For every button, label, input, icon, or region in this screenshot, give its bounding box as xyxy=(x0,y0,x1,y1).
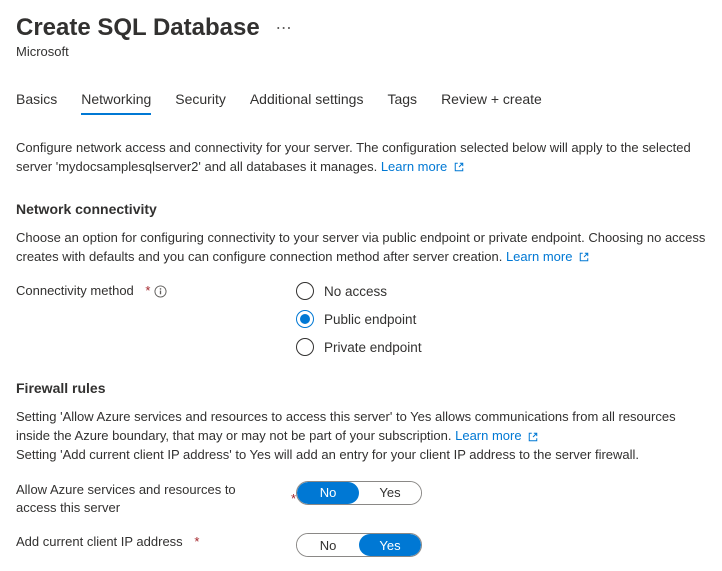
page-title: Create SQL Database xyxy=(16,14,260,42)
required-asterisk: * xyxy=(145,282,150,300)
radio-icon-selected xyxy=(296,310,314,328)
more-actions-icon[interactable]: ⋯ xyxy=(276,18,293,38)
tab-review-create[interactable]: Review + create xyxy=(441,91,542,115)
tab-networking[interactable]: Networking xyxy=(81,91,151,115)
tab-security[interactable]: Security xyxy=(175,91,226,115)
tab-additional-settings[interactable]: Additional settings xyxy=(250,91,364,115)
add-client-ip-toggle[interactable]: No Yes xyxy=(296,533,422,557)
toggle-yes[interactable]: Yes xyxy=(359,482,421,504)
radio-no-access[interactable]: No access xyxy=(296,282,422,300)
allow-azure-toggle[interactable]: No Yes xyxy=(296,481,422,505)
tab-basics[interactable]: Basics xyxy=(16,91,57,115)
tab-tags[interactable]: Tags xyxy=(387,91,417,115)
firewall-line2: Setting 'Add current client IP address' … xyxy=(16,447,639,462)
info-icon[interactable] xyxy=(154,285,167,298)
network-connectivity-desc: Choose an option for configuring connect… xyxy=(16,229,706,267)
firewall-desc: Setting 'Allow Azure services and resour… xyxy=(16,408,706,465)
radio-label: Private endpoint xyxy=(324,340,422,355)
radio-icon xyxy=(296,282,314,300)
external-link-icon xyxy=(454,162,464,172)
learn-more-link-network[interactable]: Learn more xyxy=(506,249,589,264)
page-subtitle: Microsoft xyxy=(16,44,706,59)
toggle-no[interactable]: No xyxy=(297,534,359,556)
radio-icon xyxy=(296,338,314,356)
networking-desc-text: Configure network access and connectivit… xyxy=(16,140,691,174)
allow-azure-label: Allow Azure services and resources to ac… xyxy=(16,481,296,517)
networking-description: Configure network access and connectivit… xyxy=(16,139,706,177)
external-link-icon xyxy=(528,432,538,442)
network-connectivity-heading: Network connectivity xyxy=(16,201,706,217)
firewall-rules-heading: Firewall rules xyxy=(16,380,706,396)
connectivity-method-label: Connectivity method * xyxy=(16,282,296,300)
external-link-icon xyxy=(579,252,589,262)
firewall-line1: Setting 'Allow Azure services and resour… xyxy=(16,409,676,443)
radio-label: Public endpoint xyxy=(324,312,416,327)
radio-label: No access xyxy=(324,284,387,299)
radio-private-endpoint[interactable]: Private endpoint xyxy=(296,338,422,356)
tab-bar: Basics Networking Security Additional se… xyxy=(16,91,706,115)
learn-more-link-firewall[interactable]: Learn more xyxy=(455,428,538,443)
toggle-no[interactable]: No xyxy=(297,482,359,504)
connectivity-method-radio-group: No access Public endpoint Private endpoi… xyxy=(296,282,422,356)
learn-more-link[interactable]: Learn more xyxy=(381,159,464,174)
radio-public-endpoint[interactable]: Public endpoint xyxy=(296,310,422,328)
toggle-yes[interactable]: Yes xyxy=(359,534,421,556)
required-asterisk: * xyxy=(194,533,199,551)
network-desc-text: Choose an option for configuring connect… xyxy=(16,230,705,264)
add-client-ip-label: Add current client IP address * xyxy=(16,533,296,551)
